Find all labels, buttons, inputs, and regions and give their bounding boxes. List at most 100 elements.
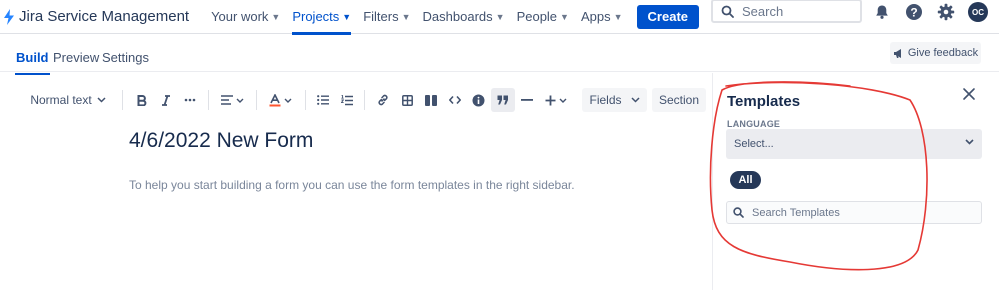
more-icon [184, 98, 196, 102]
quote-button[interactable] [491, 88, 515, 112]
nav-dashboards[interactable]: Dashboards ▼ [417, 0, 511, 34]
section-label: Section [658, 93, 700, 107]
chevron-down-icon: ▼ [401, 11, 411, 22]
italic-icon [162, 94, 170, 106]
table-icon [401, 94, 413, 106]
notifications-button[interactable] [866, 0, 898, 24]
nav-label: Filters [363, 9, 399, 24]
create-button[interactable]: Create [636, 4, 699, 29]
language-select[interactable]: Select... [726, 129, 982, 159]
chevron-down-icon [236, 98, 243, 103]
jira-logo-icon [4, 8, 14, 25]
sidebar-title: Templates [727, 93, 801, 110]
fields-dropdown[interactable]: Fields [582, 88, 647, 112]
section-button[interactable]: Section [652, 88, 706, 112]
form-hint-text: To help you start building a form you ca… [129, 178, 575, 192]
info-icon [472, 94, 484, 106]
language-select-value: Select... [734, 138, 774, 150]
chevron-down-icon [559, 98, 567, 103]
primary-nav: Your work ▼ Projects ▼ Filters ▼ Dashboards… [205, 0, 699, 35]
tab-build[interactable]: Build [15, 50, 49, 75]
gear-icon [937, 3, 955, 21]
plus-icon [545, 95, 556, 105]
nav-label: Projects [292, 9, 340, 24]
chevron-down-icon: ▼ [342, 11, 352, 22]
search-icon [733, 207, 744, 218]
toolbar-divider [364, 90, 365, 110]
chevron-down-icon [630, 97, 640, 103]
nav-people[interactable]: People ▼ [511, 0, 575, 34]
chevron-down-icon: ▼ [271, 11, 281, 22]
global-search-input[interactable]: Search [711, 0, 862, 23]
text-color-icon [269, 93, 280, 106]
templates-sidebar: Templates LANGUAGE Select... All Search … [712, 73, 999, 290]
top-icon-bar: ? OC [866, 0, 994, 24]
nav-your-work[interactable]: Your work ▼ [205, 0, 286, 34]
avatar: OC [968, 2, 988, 22]
search-placeholder: Search [742, 3, 784, 19]
nav-label: Apps [580, 9, 611, 24]
tab-settings[interactable]: Settings [102, 50, 149, 65]
divider-button[interactable] [517, 88, 537, 112]
layout-button[interactable] [422, 88, 440, 112]
help-icon: ? [906, 4, 922, 20]
numbered-list-icon [341, 94, 353, 105]
toolbar-divider [256, 90, 257, 110]
quote-icon [497, 95, 508, 105]
tab-preview[interactable]: Preview [53, 50, 99, 65]
template-search-placeholder: Search Templates [752, 206, 840, 219]
bullet-list-button[interactable] [314, 88, 332, 112]
nav-label: People [516, 9, 558, 24]
search-icon [721, 5, 734, 18]
table-button[interactable] [398, 88, 416, 112]
toolbar-divider [208, 90, 209, 110]
align-left-icon [220, 95, 233, 105]
code-button[interactable] [446, 88, 464, 112]
text-style-dropdown[interactable]: Normal text [24, 88, 112, 112]
nav-apps[interactable]: Apps ▼ [575, 0, 629, 34]
language-label: LANGUAGE [727, 119, 781, 129]
svg-text:?: ? [910, 6, 917, 20]
chevron-down-icon: ▼ [560, 11, 569, 22]
fields-label: Fields [589, 93, 622, 107]
template-search-input[interactable]: Search Templates [726, 201, 982, 224]
code-icon [449, 95, 461, 105]
give-feedback-button[interactable]: Give feedback [890, 42, 981, 64]
bold-icon [137, 94, 147, 106]
nav-projects[interactable]: Projects ▼ [286, 0, 357, 35]
profile-button[interactable]: OC [962, 0, 994, 24]
help-button[interactable]: ? [898, 0, 930, 24]
chevron-down-icon [97, 97, 106, 103]
bell-icon [876, 5, 888, 19]
editor-toolbar: Normal text Fields Section [0, 88, 712, 112]
horizontal-rule-icon [521, 99, 533, 101]
nav-label: Dashboards [422, 9, 493, 24]
insert-dropdown[interactable] [542, 88, 570, 112]
megaphone-icon [893, 48, 901, 58]
toolbar-divider [122, 90, 123, 110]
chevron-down-icon [284, 98, 291, 103]
columns-icon [425, 94, 437, 106]
nav-label: Your work [211, 9, 269, 24]
bullet-list-icon [317, 95, 329, 105]
text-style-value: Normal text [30, 93, 92, 107]
italic-button[interactable] [157, 88, 175, 112]
app-brand[interactable]: Jira Service Management [2, 8, 189, 25]
numbered-list-button[interactable] [338, 88, 356, 112]
link-icon [378, 94, 388, 106]
more-formatting-button[interactable] [180, 88, 200, 112]
info-panel-button[interactable] [469, 88, 487, 112]
filter-pill-all[interactable]: All [730, 171, 761, 189]
settings-button[interactable] [930, 0, 962, 24]
link-button[interactable] [374, 88, 392, 112]
chevron-down-icon: ▼ [613, 11, 623, 22]
text-color-dropdown[interactable] [266, 88, 294, 112]
chevron-down-icon: ▼ [495, 11, 505, 22]
nav-filters[interactable]: Filters ▼ [357, 0, 416, 34]
toolbar-divider [305, 90, 306, 110]
close-icon[interactable] [961, 86, 977, 102]
form-builder-tabs: Build Preview Settings [0, 36, 999, 75]
alignment-dropdown[interactable] [218, 88, 246, 112]
bold-button[interactable] [133, 88, 151, 112]
form-title[interactable]: 4/6/2022 New Form [129, 129, 313, 153]
